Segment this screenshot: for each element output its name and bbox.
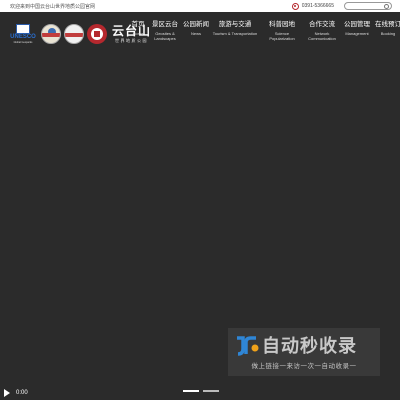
nav-sublabel: Home	[132, 31, 144, 36]
nav-item-tourism[interactable]: 旅游与交通 Tourism & Transportation	[210, 20, 260, 41]
nav-item-management[interactable]: 公园管理 Management	[340, 20, 374, 41]
phone-icon	[291, 2, 299, 10]
phone-contact: 0391-5366665	[291, 2, 334, 10]
nav-label: 在线预订	[375, 21, 400, 28]
unesco-temple-icon	[16, 24, 30, 34]
nav-sublabel: Science Popularization	[269, 31, 295, 41]
slide-indicators	[183, 390, 219, 392]
unesco-logo: UNESCO Global Geoparks	[8, 20, 38, 48]
slide-indicator-1[interactable]	[183, 390, 199, 392]
unesco-sub-label: Global Geoparks	[13, 41, 33, 44]
phone-number: 0391-5366665	[301, 3, 334, 9]
slide-indicator-2[interactable]	[203, 390, 219, 392]
nav-sublabel: Management	[345, 31, 369, 36]
nav-item-communication[interactable]: 合作交流 Network Communication	[304, 20, 340, 41]
watermark-logo-icon	[237, 336, 259, 356]
nav-sublabel: Booking	[380, 31, 396, 36]
main-nav: 首页 Home 景区云台 Geosites & Landscapes 公园新闻 …	[128, 20, 400, 41]
topbar-right: 0391-5366665	[291, 2, 400, 10]
unesco-label: UNESCO	[10, 34, 36, 40]
watermark-title: 自动秒收录	[262, 336, 357, 356]
nav-item-science[interactable]: 科普园地 Science Popularization	[260, 20, 304, 41]
top-bar: 欢迎来到中国云台山世界地质公园官网 0391-5366665	[0, 0, 400, 12]
geopark-badge-logo	[64, 24, 84, 44]
play-icon[interactable]	[4, 389, 10, 397]
nav-sublabel: Network Communication	[308, 31, 336, 41]
welcome-text: 欢迎来到中国云台山世界地质公园官网	[10, 3, 96, 10]
nav-label: 公园新闻	[183, 21, 209, 28]
nav-item-home[interactable]: 首页 Home	[128, 20, 148, 41]
nav-item-geosites[interactable]: 景区云台 Geosites & Landscapes	[148, 20, 182, 41]
nav-label: 首页	[131, 21, 145, 28]
watermark-overlay: 自动秒收录 做上链接一来访一次一自动收录一	[228, 328, 380, 376]
yuntaishan-seal-logo	[87, 24, 107, 44]
nav-label: 合作交流	[309, 21, 335, 28]
nav-label: 科普园地	[269, 21, 295, 28]
search-input[interactable]	[344, 2, 392, 10]
video-time: 0:00	[16, 390, 28, 396]
nav-sublabel: News	[190, 31, 201, 36]
nav-label: 公园管理	[344, 21, 370, 28]
watermark-subtitle: 做上链接一来访一次一自动收录一	[251, 363, 357, 370]
search-icon[interactable]	[384, 4, 389, 9]
nav-label: 景区云台	[152, 21, 178, 28]
nav-sublabel: Tourism & Transportation	[212, 31, 258, 36]
nav-item-booking[interactable]: 在线预订 Booking	[374, 20, 400, 41]
video-controls: 0:00	[0, 386, 400, 400]
geopark-emblem-logo	[41, 24, 61, 44]
nav-label: 旅游与交通	[218, 21, 252, 28]
nav-item-news[interactable]: 公园新闻 News	[182, 20, 210, 41]
nav-sublabel: Geosites & Landscapes	[154, 31, 176, 41]
